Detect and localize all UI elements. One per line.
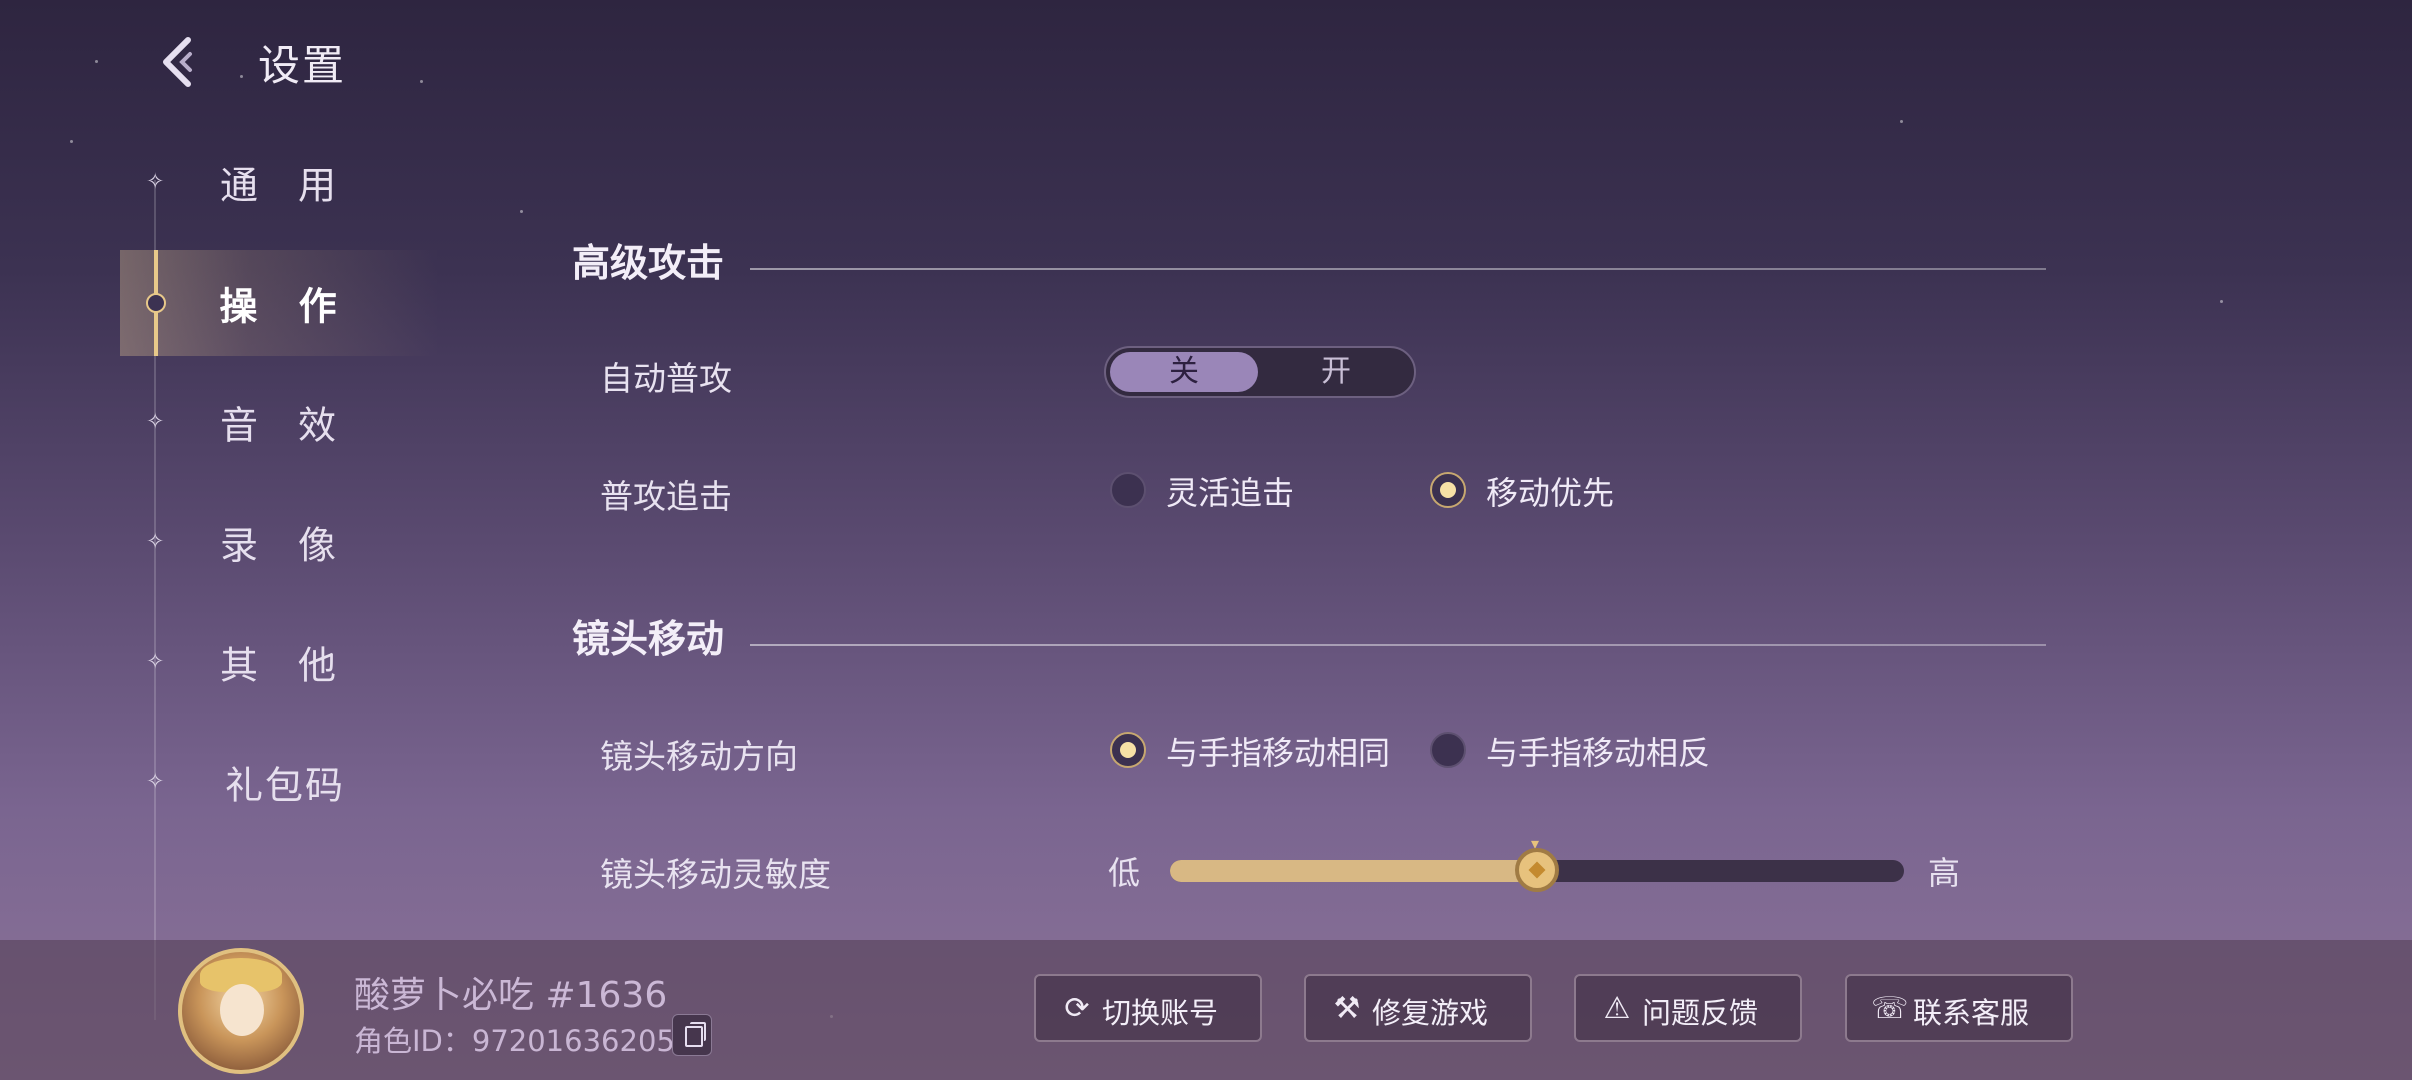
feedback-button[interactable]: ⚠ 问题反馈	[1574, 974, 1802, 1042]
radio-circle	[1110, 472, 1146, 508]
switch-account-button[interactable]: ⟳ 切换账号	[1034, 974, 1262, 1042]
sidebar-item-label: 通 用	[219, 163, 351, 208]
toggle-off-option[interactable]: 关	[1110, 352, 1258, 392]
sidebar-item-label: 操 作	[219, 284, 351, 329]
button-label: 问题反馈	[1642, 996, 1759, 1030]
radio-circle	[1430, 472, 1466, 508]
sidebar-item-gift-code[interactable]: ✧ 礼包码	[120, 732, 440, 832]
diamond-icon: ✧	[146, 529, 165, 555]
sidebar-item-label: 录 像	[219, 523, 351, 568]
player-name: 酸萝卜必吃 #1636	[354, 975, 668, 1016]
sidebar-item-label: 礼包码	[224, 763, 345, 808]
repair-game-button[interactable]: ⚒ 修复游戏	[1304, 974, 1532, 1042]
section-title-advanced-attack: 高级攻击	[572, 241, 725, 285]
avatar-face	[220, 984, 264, 1036]
slider-low-label: 低	[1108, 854, 1141, 892]
sidebar-item-other[interactable]: ✧ 其 他	[120, 612, 440, 712]
attack-chase-label: 普攻追击	[600, 477, 732, 516]
sensitivity-slider-thumb[interactable]	[1515, 848, 1559, 892]
auto-attack-label: 自动普攻	[600, 359, 732, 398]
diamond-icon: ✧	[146, 169, 165, 195]
tools-icon: ⚒	[1333, 991, 1361, 1026]
diamond-icon: ✧	[146, 649, 165, 675]
radio-circle	[1430, 732, 1466, 768]
radio-label: 移动优先	[1486, 474, 1615, 512]
sidebar-item-general[interactable]: ✧ 通 用	[120, 132, 440, 232]
active-indicator-icon	[146, 293, 166, 313]
camera-sensitivity-label: 镜头移动灵敏度	[600, 855, 831, 894]
slider-high-label: 高	[1928, 854, 1961, 892]
button-label: 切换账号	[1102, 996, 1219, 1030]
button-label: 联系客服	[1913, 996, 2030, 1030]
player-avatar[interactable]	[178, 948, 304, 1074]
diamond-icon: ✧	[146, 769, 165, 795]
chevron-left-icon	[163, 37, 192, 87]
radio-circle	[1110, 732, 1146, 768]
section-divider	[750, 268, 2046, 270]
auto-attack-toggle[interactable]: 关 开	[1104, 346, 1416, 398]
sensitivity-slider-fill	[1170, 860, 1537, 882]
role-id: 角色ID：97201636205	[354, 1024, 675, 1058]
back-button[interactable]	[150, 30, 214, 94]
diamond-icon: ✧	[146, 409, 165, 435]
headset-icon: ☏	[1871, 991, 1909, 1026]
warning-icon: ⚠	[1603, 991, 1631, 1026]
refresh-icon: ⟳	[1064, 991, 1090, 1026]
toggle-on-option[interactable]: 开	[1262, 352, 1410, 392]
radio-label: 与手指移动相同	[1166, 734, 1391, 772]
sidebar-item-sound[interactable]: ✧ 音 效	[120, 372, 440, 472]
sidebar-item-label: 其 他	[219, 643, 351, 688]
page-title: 设置	[258, 41, 347, 90]
copy-id-button[interactable]	[672, 1014, 712, 1056]
radio-label: 与手指移动相反	[1486, 734, 1711, 772]
radio-label: 灵活追击	[1166, 474, 1295, 512]
sidebar-item-label: 音 效	[219, 403, 351, 448]
button-label: 修复游戏	[1372, 996, 1489, 1030]
contact-support-button[interactable]: ☏ 联系客服	[1845, 974, 2073, 1042]
sidebar-item-controls[interactable]: 操 作	[120, 250, 440, 356]
section-divider	[750, 644, 2046, 646]
sidebar-item-replay[interactable]: ✧ 录 像	[120, 492, 440, 592]
camera-direction-label: 镜头移动方向	[600, 737, 798, 776]
section-title-camera: 镜头移动	[572, 617, 725, 661]
